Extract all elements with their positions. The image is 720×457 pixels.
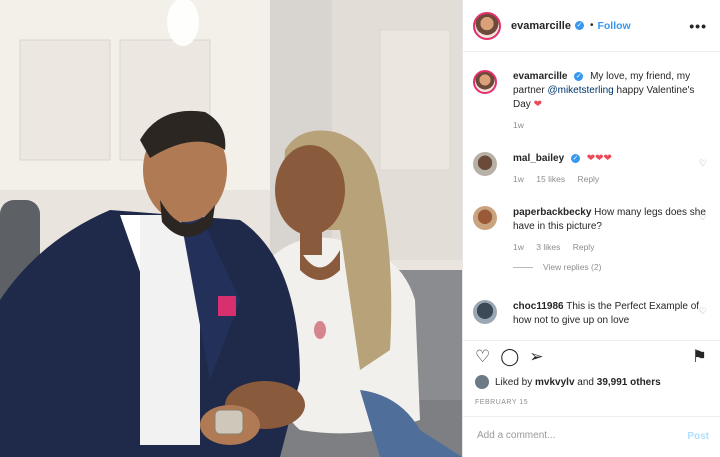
more-options-icon[interactable]: ••• — [689, 18, 707, 34]
author-avatar[interactable] — [473, 11, 501, 40]
separator-dot: • — [589, 20, 594, 31]
comment-username[interactable]: choc11986 — [513, 301, 564, 312]
comment-time[interactable]: 1w — [513, 242, 524, 252]
caption-username[interactable]: evamarcille — [513, 71, 568, 82]
liked-by-count[interactable]: 39,991 others — [597, 377, 661, 388]
author-username[interactable]: evamarcille — [511, 20, 571, 32]
comment-like-heart-icon[interactable]: ♡ — [699, 156, 707, 170]
comment-item: paperbackbecky How many legs does she ha… — [473, 206, 709, 274]
comment-username[interactable]: paperbackbecky — [513, 207, 591, 218]
post-date[interactable]: FEBRUARY 15 — [475, 399, 528, 406]
like-heart-icon[interactable]: ♡ — [475, 347, 490, 367]
liked-by-mid: and — [577, 376, 594, 388]
post-photo[interactable] — [0, 0, 462, 457]
commenter-avatar[interactable] — [473, 152, 497, 176]
reply-button[interactable]: Reply — [577, 174, 599, 184]
share-send-icon[interactable]: ➢ — [529, 347, 543, 367]
view-replies-label: View replies (2) — [543, 262, 602, 272]
commenter-avatar[interactable] — [473, 206, 497, 230]
add-comment-bar: Post — [463, 416, 720, 457]
post-side-panel: evamarcille ✓ • Follow ••• evamarcille ✓… — [462, 0, 720, 457]
caption-avatar[interactable] — [473, 70, 497, 94]
comment-likes[interactable]: 3 likes — [536, 242, 560, 252]
post-comment-button[interactable]: Post — [687, 431, 709, 442]
verified-badge-icon: ✓ — [574, 71, 584, 81]
liked-by: Liked by mvkvylv and 39,991 others — [475, 375, 661, 389]
comment-bubble-icon[interactable]: ◯ — [500, 347, 519, 367]
verified-badge-icon: ✓ — [574, 21, 584, 30]
commenter-avatar[interactable] — [473, 300, 497, 324]
liked-by-user[interactable]: mvkvylv — [535, 377, 574, 388]
reply-button[interactable]: Reply — [573, 242, 595, 252]
replies-divider-line — [513, 267, 533, 269]
post-actions: ♡ ◯ ➢ ⚑ Liked by mvkvylv and 39,991 othe… — [463, 340, 720, 417]
verified-badge-icon: ✓ — [570, 153, 580, 163]
caption-mention-link[interactable]: @miketsterling — [547, 85, 613, 96]
add-comment-input[interactable] — [475, 429, 669, 442]
heart-emoji: ❤ — [533, 99, 542, 110]
comment-item: mal_bailey ✓ ❤❤❤ 1w 15 likes Reply ♡ — [473, 152, 709, 186]
comment-like-heart-icon[interactable]: ♡ — [699, 304, 707, 318]
comment-text: ❤❤❤ — [586, 153, 612, 164]
view-replies-link[interactable]: View replies (2) — [513, 260, 709, 274]
liker-avatar[interactable] — [475, 375, 489, 389]
comment-likes[interactable]: 15 likes — [536, 174, 565, 184]
caption-time[interactable]: 1w — [513, 120, 524, 130]
follow-button[interactable]: Follow — [597, 20, 630, 32]
couple-photo-illustration — [0, 0, 462, 457]
comment-like-heart-icon[interactable]: ♡ — [699, 210, 707, 224]
save-bookmark-icon[interactable]: ⚑ — [692, 347, 707, 367]
caption: evamarcille ✓ My love, my friend, my par… — [473, 70, 709, 132]
comment-username[interactable]: mal_bailey — [513, 153, 564, 164]
post-header: evamarcille ✓ • Follow ••• — [463, 0, 720, 52]
instagram-post: evamarcille ✓ • Follow ••• evamarcille ✓… — [0, 0, 720, 457]
comments-list[interactable]: evamarcille ✓ My love, my friend, my par… — [463, 52, 720, 340]
comment-item: choc11986 This is the Perfect Example of… — [473, 300, 709, 328]
comment-time[interactable]: 1w — [513, 174, 524, 184]
liked-by-prefix: Liked by — [495, 376, 533, 388]
